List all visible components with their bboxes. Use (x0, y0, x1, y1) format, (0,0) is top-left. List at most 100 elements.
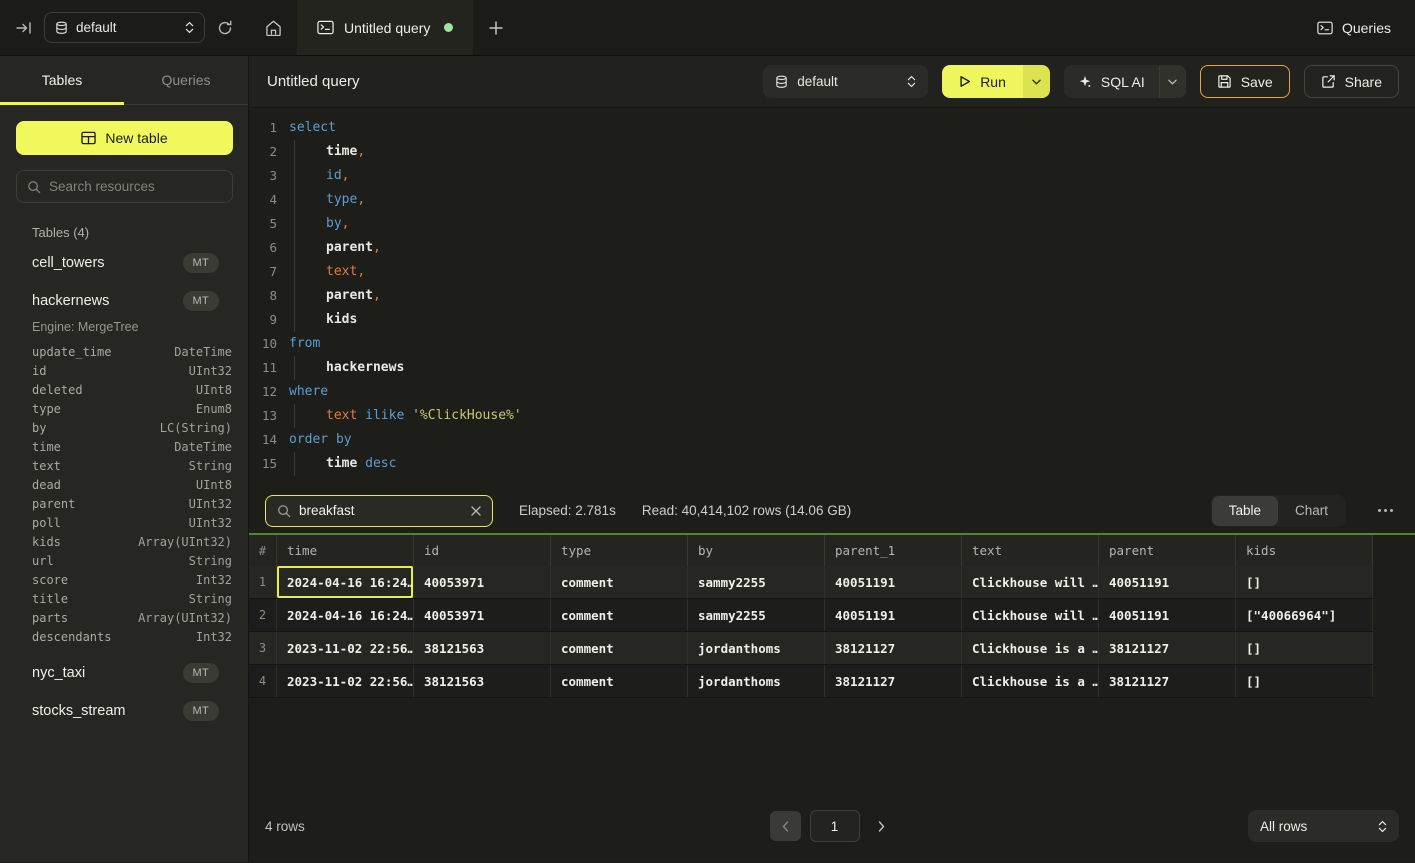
code-line[interactable]: 11hackernews (249, 356, 1415, 380)
table-cell[interactable]: [] (1236, 665, 1373, 697)
table-cell[interactable]: 40051191 (825, 599, 962, 631)
queries-button[interactable]: Queries (1317, 20, 1391, 36)
table-cell[interactable]: Clickhouse is a … (962, 665, 1099, 697)
table-cell[interactable]: Clickhouse is a … (962, 632, 1099, 664)
table-cell[interactable]: 38121127 (1099, 632, 1236, 664)
code-line[interactable]: 10from (249, 332, 1415, 356)
table-cell[interactable]: 38121563 (414, 665, 551, 697)
sql-ai-options-button[interactable] (1159, 65, 1186, 98)
sidebar-tab-queries[interactable]: Queries (124, 56, 248, 104)
results-menu-icon[interactable] (1372, 509, 1399, 512)
table-column-row[interactable]: update_timeDateTime (0, 342, 248, 361)
table-column-row[interactable]: kidsArray(UInt32) (0, 532, 248, 551)
table-column-row[interactable]: urlString (0, 551, 248, 570)
code-line[interactable]: 12where (249, 380, 1415, 404)
refresh-icon[interactable] (217, 20, 233, 36)
next-page-button[interactable] (869, 811, 895, 841)
code-line[interactable]: 15time desc (249, 452, 1415, 476)
home-tab[interactable] (249, 0, 297, 55)
table-column-row[interactable]: deadUInt8 (0, 475, 248, 494)
new-table-button[interactable]: New table (16, 121, 233, 155)
query-tab[interactable]: Untitled query (297, 0, 473, 55)
table-cell[interactable]: [] (1236, 566, 1373, 598)
column-header[interactable]: # (249, 535, 277, 566)
table-cell[interactable]: 38121563 (414, 632, 551, 664)
table-cell[interactable]: 38121127 (1099, 665, 1236, 697)
code-line[interactable]: 9kids (249, 308, 1415, 332)
table-cell[interactable]: 2023-11-02 22:56… (277, 665, 414, 697)
table-cell[interactable]: jordanthoms (688, 665, 825, 697)
collapse-sidebar-icon[interactable] (16, 21, 32, 35)
code-line[interactable]: 14order by (249, 428, 1415, 452)
table-cell[interactable]: comment (551, 599, 688, 631)
sql-editor[interactable]: 1select2time,3id,4type,5by,6parent,7text… (249, 108, 1415, 488)
table-cell[interactable]: jordanthoms (688, 632, 825, 664)
table-cell[interactable]: 40051191 (1099, 599, 1236, 631)
sidebar-search-input[interactable] (49, 179, 222, 194)
code-line[interactable]: 1select (249, 116, 1415, 140)
code-line[interactable]: 5by, (249, 212, 1415, 236)
sidebar-tab-tables[interactable]: Tables (0, 56, 124, 104)
column-header[interactable]: parent_1 (825, 535, 962, 566)
code-line[interactable]: 3id, (249, 164, 1415, 188)
sidebar-table-item[interactable]: nyc_taxiMT (0, 654, 248, 692)
sidebar-search[interactable] (16, 170, 233, 203)
table-column-row[interactable]: scoreInt32 (0, 570, 248, 589)
code-line[interactable]: 8parent, (249, 284, 1415, 308)
share-button[interactable]: Share (1304, 65, 1399, 98)
table-column-row[interactable]: typeEnum8 (0, 399, 248, 418)
table-cell[interactable]: 38121127 (825, 665, 962, 697)
table-column-row[interactable]: deletedUInt8 (0, 380, 248, 399)
column-header[interactable]: parent (1099, 535, 1236, 566)
table-cell[interactable]: sammy2255 (688, 566, 825, 598)
table-column-row[interactable]: descendantsInt32 (0, 627, 248, 646)
column-header[interactable]: text (962, 535, 1099, 566)
code-line[interactable]: 2time, (249, 140, 1415, 164)
column-header[interactable]: kids (1236, 535, 1373, 566)
page-number-input[interactable]: 1 (810, 810, 860, 842)
table-cell[interactable]: ["40066964"] (1236, 599, 1373, 631)
table-cell[interactable]: Clickhouse will … (962, 566, 1099, 598)
table-column-row[interactable]: parentUInt32 (0, 494, 248, 513)
table-column-row[interactable]: partsArray(UInt32) (0, 608, 248, 627)
code-line[interactable]: 13text ilike '%ClickHouse%' (249, 404, 1415, 428)
table-cell[interactable]: comment (551, 665, 688, 697)
run-button[interactable]: Run (942, 65, 1023, 98)
table-column-row[interactable]: titleString (0, 589, 248, 608)
toolbar-database-selector[interactable]: default (763, 65, 928, 98)
clear-search-icon[interactable] (471, 506, 481, 516)
table-cell[interactable]: Clickhouse will … (962, 599, 1099, 631)
table-column-row[interactable]: textString (0, 456, 248, 475)
column-header[interactable]: by (688, 535, 825, 566)
view-toggle-table[interactable]: Table (1212, 496, 1278, 526)
results-search-input[interactable] (299, 503, 463, 518)
table-cell[interactable]: [] (1236, 632, 1373, 664)
database-selector[interactable]: default (44, 12, 205, 43)
column-header[interactable]: type (551, 535, 688, 566)
table-cell[interactable]: 40053971 (414, 599, 551, 631)
prev-page-button[interactable] (770, 811, 801, 841)
table-cell[interactable]: 2024-04-16 16:24… (277, 599, 414, 631)
table-cell[interactable]: 38121127 (825, 632, 962, 664)
table-cell[interactable]: 40051191 (825, 566, 962, 598)
table-cell[interactable]: 40053971 (414, 566, 551, 598)
sidebar-table-item[interactable]: cell_towersMT (0, 244, 248, 282)
sql-ai-button[interactable]: SQL AI (1064, 65, 1159, 98)
code-line[interactable]: 6parent, (249, 236, 1415, 260)
code-line[interactable]: 7text, (249, 260, 1415, 284)
run-options-button[interactable] (1023, 65, 1050, 98)
save-button[interactable]: Save (1200, 65, 1290, 98)
column-header[interactable]: id (414, 535, 551, 566)
table-column-row[interactable]: pollUInt32 (0, 513, 248, 532)
table-cell[interactable]: sammy2255 (688, 599, 825, 631)
table-column-row[interactable]: byLC(String) (0, 418, 248, 437)
table-cell[interactable]: 2023-11-02 22:56… (277, 632, 414, 664)
column-header[interactable]: time (277, 535, 414, 566)
table-cell[interactable]: 2024-04-16 16:24… (277, 566, 414, 598)
table-cell[interactable]: comment (551, 632, 688, 664)
page-size-selector[interactable]: All rows (1248, 810, 1399, 842)
results-search[interactable] (265, 495, 493, 527)
new-tab-button[interactable] (473, 0, 519, 55)
code-line[interactable]: 4type, (249, 188, 1415, 212)
sidebar-table-item[interactable]: stocks_streamMT (0, 692, 248, 730)
